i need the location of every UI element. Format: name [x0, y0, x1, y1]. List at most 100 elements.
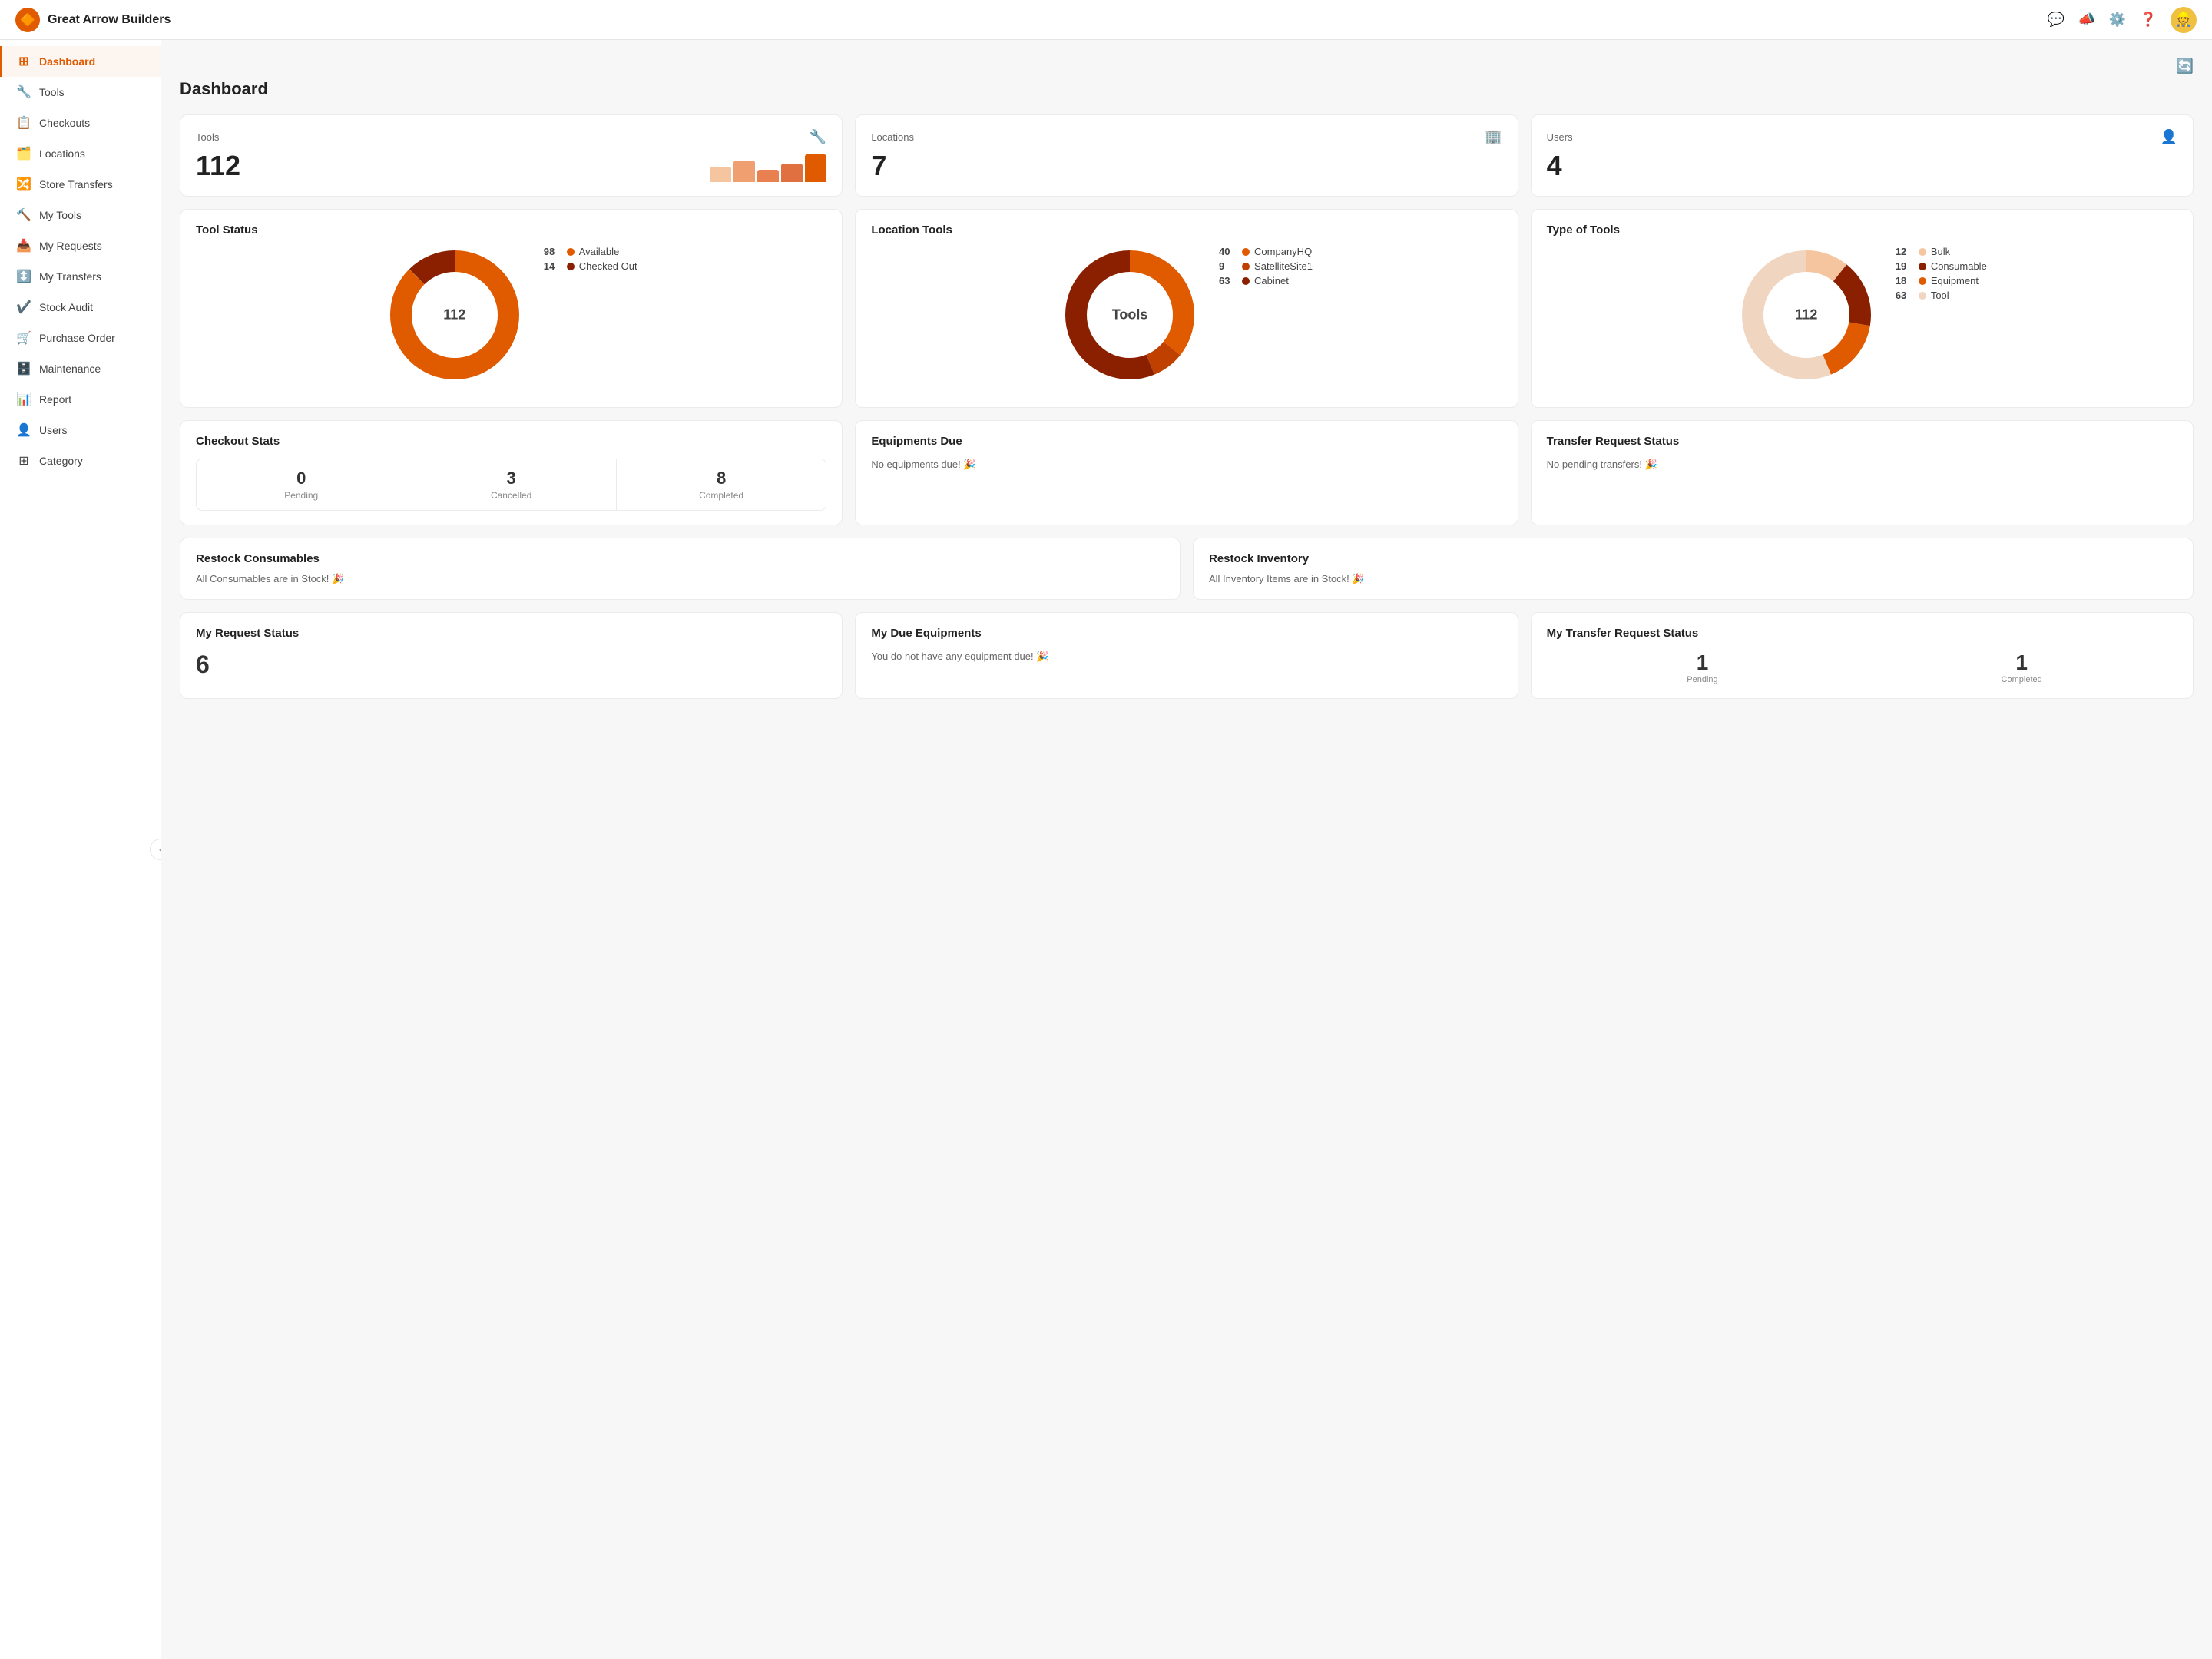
- checkout-stats-grid: 0 Pending 3 Cancelled 8 Completed: [196, 459, 826, 511]
- type-of-tools-legend: 12 Bulk 19 Consumable 18 Equipmen: [1896, 246, 1987, 301]
- app-title: Great Arrow Builders: [48, 13, 171, 27]
- sidebar-label-stock-audit: Stock Audit: [39, 301, 93, 313]
- location-tools-title: Location Tools: [871, 224, 1502, 237]
- equipments-due-card: Equipments Due No equipments due! 🎉: [855, 420, 1518, 525]
- location-tools-donut: Tools: [1061, 246, 1199, 384]
- sidebar-label-checkouts: Checkouts: [39, 117, 90, 129]
- sidebar-item-tools[interactable]: 🔧 Tools: [0, 77, 161, 108]
- type-of-tools-card: Type of Tools 112: [1531, 209, 2194, 408]
- checkout-completed-value: 8: [623, 469, 820, 488]
- sidebar-item-my-tools[interactable]: 🔨 My Tools: [0, 200, 161, 230]
- checkout-cancelled: 3 Cancelled: [406, 459, 616, 510]
- chart-row: Tool Status 112 98: [180, 209, 2194, 408]
- sidebar-item-purchase-order[interactable]: 🛒 Purchase Order: [0, 323, 161, 353]
- topbar-right: 💬 📣 ⚙️ ❓ 👷: [2048, 7, 2197, 33]
- report-icon: 📊: [16, 392, 31, 407]
- tools-mini-chart: [710, 154, 826, 182]
- legend-item: 14 Checked Out: [544, 260, 637, 272]
- sidebar-item-my-transfers[interactable]: ↕️ My Transfers: [0, 261, 161, 292]
- logo-icon: 🔶: [15, 8, 40, 32]
- my-transfer-pending-label: Pending: [1547, 675, 1859, 684]
- my-requests-icon: 📥: [16, 238, 31, 253]
- sidebar-label-purchase-order: Purchase Order: [39, 332, 115, 344]
- type-of-tools-donut: 112: [1737, 246, 1876, 384]
- restock-consumables-title: Restock Consumables: [196, 552, 1164, 565]
- users-stat-icon: 👤: [2161, 129, 2177, 145]
- tool-status-center-label: 112: [443, 307, 465, 323]
- my-row: My Request Status 6 My Due Equipments Yo…: [180, 612, 2194, 699]
- restock-consumables-message: All Consumables are in Stock! 🎉: [196, 573, 1164, 585]
- checkout-stats-card: Checkout Stats 0 Pending 3 Cancelled 8 C…: [180, 420, 843, 525]
- sidebar-item-category[interactable]: ⊞ Category: [0, 445, 161, 476]
- sidebar-label-my-requests: My Requests: [39, 240, 102, 252]
- restock-row: Restock Consumables All Consumables are …: [180, 538, 2194, 600]
- sidebar-label-locations: Locations: [39, 147, 85, 160]
- sidebar-label-my-tools: My Tools: [39, 209, 81, 221]
- settings-icon[interactable]: ⚙️: [2109, 12, 2126, 28]
- locations-icon: 🗂️: [16, 146, 31, 161]
- locations-stat-label: Locations: [871, 131, 914, 143]
- refresh-button[interactable]: 🔄: [2177, 58, 2194, 75]
- tool-status-donut: 112: [386, 246, 524, 384]
- sidebar-label-store-transfers: Store Transfers: [39, 178, 113, 190]
- store-transfers-icon: 🔀: [16, 177, 31, 192]
- avatar[interactable]: 👷: [2171, 7, 2197, 33]
- my-tools-icon: 🔨: [16, 207, 31, 223]
- sidebar-nav: ⊞ Dashboard 🔧 Tools 📋 Checkouts 🗂️ Locat…: [0, 40, 161, 482]
- purchase-order-icon: 🛒: [16, 330, 31, 346]
- checkout-stats-title: Checkout Stats: [196, 435, 826, 448]
- equipments-due-message: No equipments due! 🎉: [871, 459, 1502, 471]
- location-tools-center-label: Tools: [1112, 307, 1148, 323]
- my-transfer-completed-label: Completed: [1866, 675, 2177, 684]
- my-due-equipments-card: My Due Equipments You do not have any eq…: [855, 612, 1518, 699]
- sidebar-label-maintenance: Maintenance: [39, 363, 101, 375]
- type-of-tools-center-label: 112: [1795, 307, 1817, 323]
- refresh-row: 🔄: [180, 58, 2194, 75]
- main-layout: ⊞ Dashboard 🔧 Tools 📋 Checkouts 🗂️ Locat…: [0, 40, 2212, 1659]
- my-transfer-title: My Transfer Request Status: [1547, 627, 2177, 640]
- my-transfer-completed-value: 1: [1866, 651, 2177, 675]
- help-icon[interactable]: ❓: [2140, 12, 2157, 28]
- checkout-pending: 0 Pending: [197, 459, 406, 510]
- checkout-completed-label: Completed: [623, 490, 820, 501]
- sidebar-label-users: Users: [39, 424, 68, 436]
- sidebar-collapse-button[interactable]: ‹: [150, 839, 161, 860]
- checkout-completed: 8 Completed: [617, 459, 826, 510]
- topbar-left: 🔶 Great Arrow Builders: [15, 8, 171, 32]
- my-request-value: 6: [196, 651, 826, 679]
- sidebar-label-tools: Tools: [39, 86, 65, 98]
- sidebar-item-stock-audit[interactable]: ✔️ Stock Audit: [0, 292, 161, 323]
- sidebar-item-my-requests[interactable]: 📥 My Requests: [0, 230, 161, 261]
- restock-inventory-message: All Inventory Items are in Stock! 🎉: [1209, 573, 2177, 585]
- sidebar-item-maintenance[interactable]: 🗄️ Maintenance: [0, 353, 161, 384]
- locations-stat-value: 7: [871, 150, 1502, 182]
- chat-icon[interactable]: 💬: [2048, 12, 2065, 28]
- companyhq-dot: [1242, 248, 1250, 256]
- dashboard-icon: ⊞: [16, 54, 31, 69]
- equipments-due-title: Equipments Due: [871, 435, 1502, 448]
- tool-dot: [1919, 292, 1926, 300]
- my-transfer-pending-value: 1: [1547, 651, 1859, 675]
- sidebar-item-users[interactable]: 👤 Users: [0, 415, 161, 445]
- my-request-title: My Request Status: [196, 627, 826, 640]
- locations-stat-card: Locations 🏢 7: [855, 114, 1518, 197]
- sidebar-item-checkouts[interactable]: 📋 Checkouts: [0, 108, 161, 138]
- users-stat-value: 4: [1547, 150, 2177, 182]
- announcement-icon[interactable]: 📣: [2078, 12, 2095, 28]
- stats-row: Checkout Stats 0 Pending 3 Cancelled 8 C…: [180, 420, 2194, 525]
- sidebar-item-store-transfers[interactable]: 🔀 Store Transfers: [0, 169, 161, 200]
- consumable-dot: [1919, 263, 1926, 270]
- sidebar-item-locations[interactable]: 🗂️ Locations: [0, 138, 161, 169]
- my-transfer-request-status-card: My Transfer Request Status 1 Pending 1 C…: [1531, 612, 2194, 699]
- my-due-equipments-title: My Due Equipments: [871, 627, 1502, 640]
- tools-stat-card: Tools 🔧 112: [180, 114, 843, 197]
- tool-status-title: Tool Status: [196, 224, 826, 237]
- available-dot: [567, 248, 575, 256]
- sidebar-item-dashboard[interactable]: ⊞ Dashboard: [0, 46, 161, 77]
- restock-inventory-card: Restock Inventory All Inventory Items ar…: [1193, 538, 2194, 600]
- sidebar-item-report[interactable]: 📊 Report: [0, 384, 161, 415]
- users-stat-card: Users 👤 4: [1531, 114, 2194, 197]
- my-request-status-card: My Request Status 6: [180, 612, 843, 699]
- sidebar-label-category: Category: [39, 455, 83, 467]
- sidebar-label-my-transfers: My Transfers: [39, 270, 101, 283]
